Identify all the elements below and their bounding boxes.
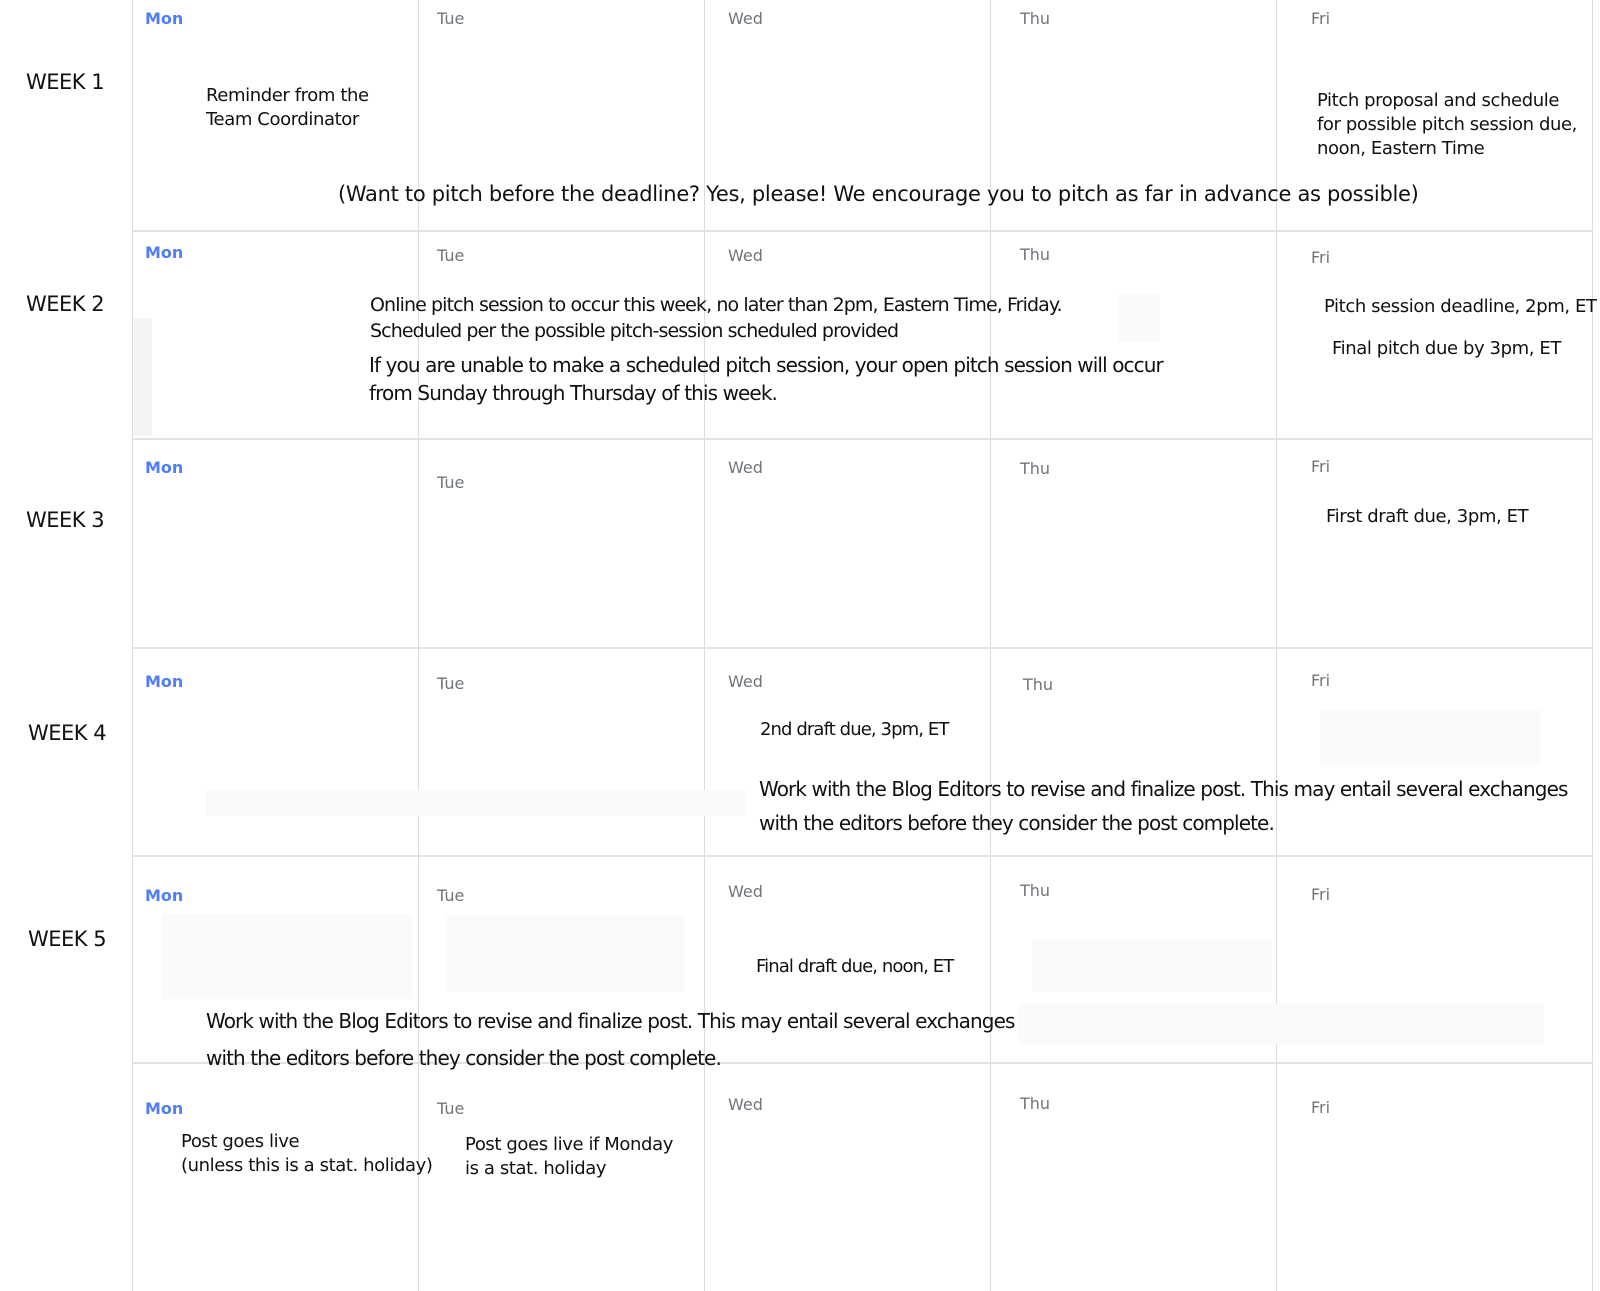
day-header-tue[interactable]: Tue xyxy=(437,246,464,265)
week-3-label: WEEK 3 xyxy=(26,508,105,532)
day-header-wed[interactable]: Wed xyxy=(728,246,763,265)
grid-line-right xyxy=(1592,0,1593,1291)
grid-row-divider xyxy=(132,230,1593,232)
event-line: with the editors before they consider th… xyxy=(206,1046,722,1070)
event-final-draft-due[interactable]: Final draft due, noon, ET xyxy=(756,955,954,979)
event-line: Team Coordinator xyxy=(206,109,359,130)
day-header-wed[interactable]: Wed xyxy=(728,9,763,28)
day-header-thu[interactable]: Thu xyxy=(1020,1094,1050,1113)
event-work-with-editors[interactable]: Work with the Blog Editors to revise and… xyxy=(206,1003,1015,1077)
event-post-goes-live-if-holiday[interactable]: Post goes live if Monday is a stat. holi… xyxy=(465,1133,673,1181)
day-header-mon[interactable]: Mon xyxy=(145,886,183,905)
faint-placeholder xyxy=(446,916,684,992)
event-line: with the editors before they consider th… xyxy=(759,811,1275,835)
event-work-with-editors[interactable]: Work with the Blog Editors to revise and… xyxy=(759,772,1568,840)
event-second-draft-due[interactable]: 2nd draft due, 3pm, ET xyxy=(760,718,949,742)
event-reminder-team-coordinator[interactable]: Reminder from the Team Coordinator xyxy=(206,84,369,132)
event-pitch-session-deadline[interactable]: Pitch session deadline, 2pm, ET xyxy=(1324,295,1597,319)
day-header-thu[interactable]: Thu xyxy=(1020,9,1050,28)
day-header-wed[interactable]: Wed xyxy=(728,1095,763,1114)
event-line: Online pitch session to occur this week,… xyxy=(370,294,1063,316)
faint-placeholder xyxy=(1032,940,1272,992)
day-header-wed[interactable]: Wed xyxy=(728,882,763,901)
day-header-fri[interactable]: Fri xyxy=(1311,248,1330,267)
day-header-tue[interactable]: Tue xyxy=(437,9,464,28)
day-header-tue[interactable]: Tue xyxy=(437,473,464,492)
day-header-tue[interactable]: Tue xyxy=(437,1099,464,1118)
event-line: noon, Eastern Time xyxy=(1317,138,1485,159)
event-line: Scheduled per the possible pitch-session… xyxy=(370,320,899,342)
event-online-pitch-session[interactable]: Online pitch session to occur this week,… xyxy=(370,292,1063,344)
event-pitch-proposal-due[interactable]: Pitch proposal and schedule for possible… xyxy=(1317,89,1577,161)
day-header-mon[interactable]: Mon xyxy=(145,672,183,691)
event-line: is a stat. holiday xyxy=(465,1158,607,1179)
day-header-fri[interactable]: Fri xyxy=(1311,457,1330,476)
event-line: Pitch proposal and schedule xyxy=(1317,90,1560,111)
day-header-mon[interactable]: Mon xyxy=(145,9,183,28)
week-2-label: WEEK 2 xyxy=(26,292,105,316)
day-header-mon[interactable]: Mon xyxy=(145,458,183,477)
day-header-tue[interactable]: Tue xyxy=(437,674,464,693)
event-line: for possible pitch session due, xyxy=(1317,114,1577,135)
event-line: Work with the Blog Editors to revise and… xyxy=(206,1009,1015,1033)
day-header-fri[interactable]: Fri xyxy=(1311,9,1330,28)
grid-row-divider xyxy=(132,855,1593,857)
faint-placeholder xyxy=(205,790,745,816)
day-header-wed[interactable]: Wed xyxy=(728,672,763,691)
event-line: Post goes live if Monday xyxy=(465,1134,673,1155)
day-header-thu[interactable]: Thu xyxy=(1020,459,1050,478)
faint-placeholder xyxy=(134,318,152,436)
day-header-wed[interactable]: Wed xyxy=(728,458,763,477)
event-pitch-early-banner[interactable]: (Want to pitch before the deadline? Yes,… xyxy=(338,180,1419,208)
grid-line-left xyxy=(132,0,133,1291)
faint-placeholder xyxy=(1018,1004,1544,1044)
event-line: Reminder from the xyxy=(206,85,369,106)
event-line: Work with the Blog Editors to revise and… xyxy=(759,777,1568,801)
week-4-label: WEEK 4 xyxy=(28,721,107,745)
event-line: Post goes live xyxy=(181,1131,300,1152)
grid-row-divider xyxy=(132,647,1593,649)
event-post-goes-live[interactable]: Post goes live (unless this is a stat. h… xyxy=(181,1130,433,1178)
grid-row-divider xyxy=(132,438,1593,440)
day-header-tue[interactable]: Tue xyxy=(437,886,464,905)
day-header-mon[interactable]: Mon xyxy=(145,243,183,262)
event-line: (unless this is a stat. holiday) xyxy=(181,1155,433,1176)
day-header-thu[interactable]: Thu xyxy=(1020,881,1050,900)
day-header-fri[interactable]: Fri xyxy=(1311,885,1330,904)
event-line: from Sunday through Thursday of this wee… xyxy=(369,381,778,405)
week-1-label: WEEK 1 xyxy=(26,70,105,94)
day-header-fri[interactable]: Fri xyxy=(1311,671,1330,690)
event-final-pitch-due[interactable]: Final pitch due by 3pm, ET xyxy=(1332,337,1561,361)
week-5-label: WEEK 5 xyxy=(28,927,107,951)
day-header-thu[interactable]: Thu xyxy=(1020,245,1050,264)
event-first-draft-due[interactable]: First draft due, 3pm, ET xyxy=(1326,505,1529,529)
faint-placeholder xyxy=(1320,710,1540,765)
faint-placeholder xyxy=(1118,294,1160,342)
faint-placeholder xyxy=(162,914,412,999)
day-header-thu[interactable]: Thu xyxy=(1023,675,1053,694)
day-header-mon[interactable]: Mon xyxy=(145,1099,183,1118)
event-line: If you are unable to make a scheduled pi… xyxy=(369,353,1164,377)
day-header-fri[interactable]: Fri xyxy=(1311,1098,1330,1117)
event-open-pitch-session[interactable]: If you are unable to make a scheduled pi… xyxy=(369,351,1164,407)
